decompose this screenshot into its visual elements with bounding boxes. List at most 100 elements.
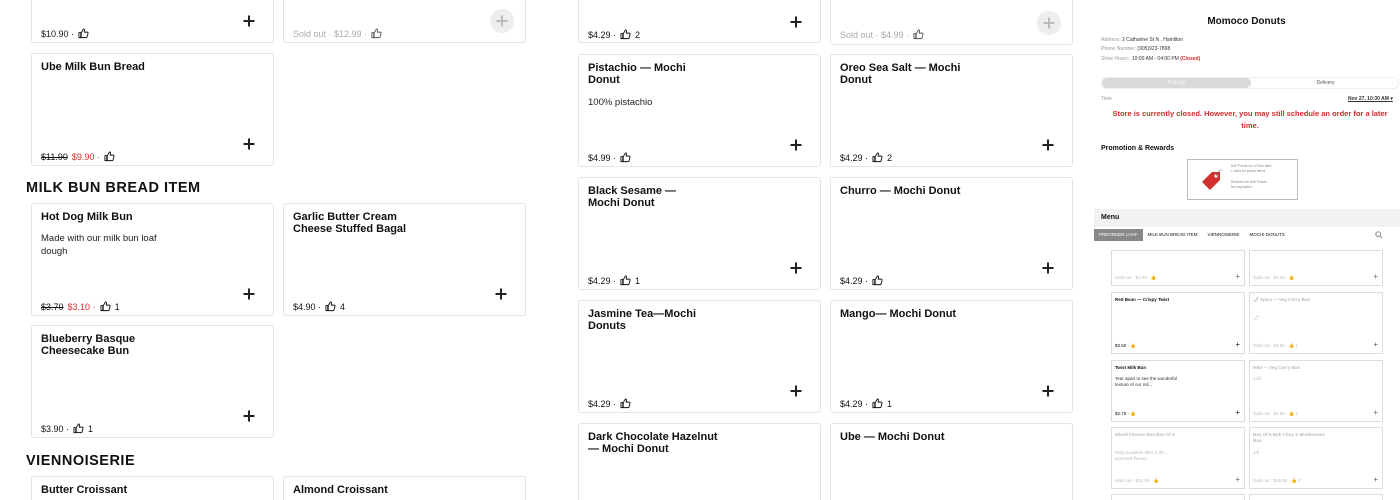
plus-icon[interactable]: + [1235, 408, 1240, 417]
tab-preorder-loaf[interactable]: PREORDER LOAF [1094, 229, 1143, 241]
time-selector[interactable]: Nov 27, 10:30 AM ▾ [1348, 96, 1393, 102]
price: $4.29 · [588, 398, 617, 409]
store-name: Momoco Donuts [1207, 16, 1286, 27]
thumbs-up-icon[interactable] [325, 301, 336, 312]
add-to-cart-button[interactable] [241, 136, 257, 152]
add-to-cart-button[interactable] [788, 260, 804, 276]
product-card[interactable]: Churro — Mochi Donut $4.29 · [830, 177, 1073, 290]
plus-icon[interactable]: + [1373, 340, 1378, 349]
add-to-cart-button[interactable] [241, 13, 257, 29]
item-meta: Sold out · $4.29 · 👍 [1253, 275, 1295, 280]
product-name: Churro — Mochi Donut [840, 185, 961, 197]
product-card[interactable]: Black Sesame — Mochi Donut $4.29 · 1 [578, 177, 821, 290]
pickup-option[interactable]: Pick Up [1102, 78, 1251, 88]
product-card[interactable]: Blueberry Basque Cheesecake Bun $3.90 · 1 [31, 325, 274, 438]
product-card[interactable]: Dark Chocolate Hazelnut — Mochi Donut [578, 423, 821, 500]
like-count: 1 [1295, 411, 1299, 416]
thumbs-up-icon[interactable] [100, 301, 111, 312]
search-icon[interactable] [1375, 231, 1383, 239]
product-card[interactable]: $4.29 · 2 [578, 0, 821, 43]
product-name: Dark Chocolate Hazelnut — Mochi Donut [588, 431, 718, 455]
promo-line: • Valid for select items [1231, 169, 1266, 173]
thumbs-up-icon[interactable] [78, 28, 89, 39]
category-tabs: PREORDER LOAF MILK BUN BREAD ITEM VIENNO… [1094, 229, 1400, 241]
menu-item-card[interactable]: Sold out · $4.29 · 👍 + [1249, 250, 1383, 286]
item-name: Twist Milk Bun [1115, 365, 1147, 370]
product-card[interactable]: Sold out · $12.99 · [283, 0, 526, 43]
menu-item-card[interactable]: Mixed Flavour Bao Box Of 6 Only availabl… [1111, 427, 1245, 489]
product-card[interactable]: Jasmine Tea—Mochi Donuts $4.29 · [578, 300, 821, 413]
menu-item-card[interactable]: 🌶 Spicy — Veg Curry Bun 🌶 Sold out · $4.… [1249, 292, 1383, 354]
tab-mochi-donuts[interactable]: MOCHI DONUTS [1245, 229, 1290, 241]
like-count: 2 [887, 152, 893, 163]
item-name: Mixed Flavour Bao Box Of 6 [1115, 432, 1175, 437]
fulfillment-toggle[interactable]: Pick Up Delivery [1101, 77, 1399, 89]
product-card[interactable]: Butter Croissant [31, 476, 274, 500]
product-description: 100% pistachio [588, 97, 653, 108]
like-count: 1 [1295, 343, 1299, 348]
product-card[interactable]: Pistachio — Mochi Donut 100% pistachio $… [578, 54, 821, 167]
menu-item-card[interactable] [1249, 494, 1383, 500]
tab-viennoiserie[interactable]: VIENNOISERIE [1203, 229, 1245, 241]
menu-header: Menu [1094, 209, 1400, 227]
add-to-cart-button[interactable] [788, 14, 804, 30]
menu-item-card[interactable]: Mild — Veg Curry Bun mild Sold out · $4.… [1249, 360, 1383, 422]
product-card[interactable]: Hot Dog Milk Bun Made with our milk bun … [31, 203, 274, 316]
add-to-cart-button[interactable] [1040, 260, 1056, 276]
thumbs-up-icon[interactable] [872, 275, 883, 286]
item-name: Box Of 6 Bok Choy & Mushrooms Bao [1253, 432, 1326, 443]
plus-icon[interactable]: + [1235, 475, 1240, 484]
plus-icon[interactable]: + [1373, 475, 1378, 484]
plus-icon[interactable]: + [1373, 272, 1378, 281]
price: $4.29 · [840, 275, 869, 286]
thumbs-up-icon[interactable] [913, 29, 924, 40]
product-meta: $4.90 · 4 [293, 301, 345, 312]
thumbs-up-icon[interactable] [620, 152, 631, 163]
product-card[interactable]: Oreo Sea Salt — Mochi Donut $4.29 · 2 [830, 54, 1073, 167]
add-to-cart-button[interactable] [241, 408, 257, 424]
product-description: Made with our milk bun loaf dough [41, 233, 157, 257]
menu-item-card[interactable] [1111, 494, 1245, 500]
product-meta: $3.90 · 1 [41, 423, 93, 434]
thumbs-up-icon[interactable] [620, 275, 631, 286]
product-card[interactable]: Mango— Mochi Donut $4.29 · 1 [830, 300, 1073, 413]
product-meta: $3.70 $3.10 · 1 [41, 301, 120, 312]
product-card[interactable]: Sold out · $4.99 · [830, 0, 1073, 45]
thumbs-up-icon[interactable] [872, 152, 883, 163]
add-to-cart-button[interactable] [788, 137, 804, 153]
plus-icon[interactable]: + [1373, 408, 1378, 417]
product-card[interactable]: Ube Milk Bun Bread $11.90 $9.90 · [31, 53, 274, 166]
product-name: Ube Milk Bun Bread [41, 61, 145, 73]
product-name: Ube — Mochi Donut [840, 431, 945, 443]
product-card[interactable]: Garlic Butter Cream Cheese Stuffed Bagal… [283, 203, 526, 316]
thumbs-up-icon[interactable] [73, 423, 84, 434]
thumbs-up-icon[interactable] [872, 398, 883, 409]
item-meta: $2.75 · 👍 [1115, 411, 1136, 416]
thumbs-up-icon[interactable] [620, 398, 631, 409]
price: Sold out · $4.99 · [840, 29, 910, 40]
menu-item-card[interactable]: Box Of 6 Bok Choy & Mushrooms Bao 1/6 So… [1249, 427, 1383, 489]
phone-label: Phone Number: [1101, 46, 1137, 52]
menu-item-card[interactable]: Sold out · $4.29 · 👍 + [1111, 250, 1245, 286]
add-to-cart-button[interactable] [1040, 137, 1056, 153]
product-card[interactable]: $10.90 · [31, 0, 274, 43]
add-to-cart-button[interactable] [1040, 383, 1056, 399]
thumbs-up-icon[interactable] [104, 151, 115, 162]
delivery-option[interactable]: Delivery [1251, 78, 1400, 88]
product-card[interactable]: Almond Croissant [283, 476, 526, 500]
menu-item-card[interactable]: Red Bean — Crispy Twist $3.50 · 👍 + [1111, 292, 1245, 354]
promo-card[interactable]: $40 Points for a Free Item • Valid for s… [1187, 159, 1298, 200]
add-to-cart-button[interactable] [241, 286, 257, 302]
price: Sold out · $15.90 · [1253, 478, 1291, 483]
product-card[interactable]: Ube — Mochi Donut [830, 423, 1073, 500]
plus-icon[interactable]: + [1235, 340, 1240, 349]
tab-milk-bun-bread-item[interactable]: MILK BUN BREAD ITEM [1143, 229, 1203, 241]
product-name: Almond Croissant [293, 484, 388, 496]
plus-icon[interactable]: + [1235, 272, 1240, 281]
thumbs-up-icon[interactable] [371, 28, 382, 39]
thumbs-up-icon[interactable] [620, 29, 631, 40]
add-to-cart-button[interactable] [788, 383, 804, 399]
address-value: 2 Catharine St N , Hamilton [1122, 37, 1183, 43]
add-to-cart-button[interactable] [493, 286, 509, 302]
menu-item-card[interactable]: Twist Milk Bun Tear apart to see the won… [1111, 360, 1245, 422]
